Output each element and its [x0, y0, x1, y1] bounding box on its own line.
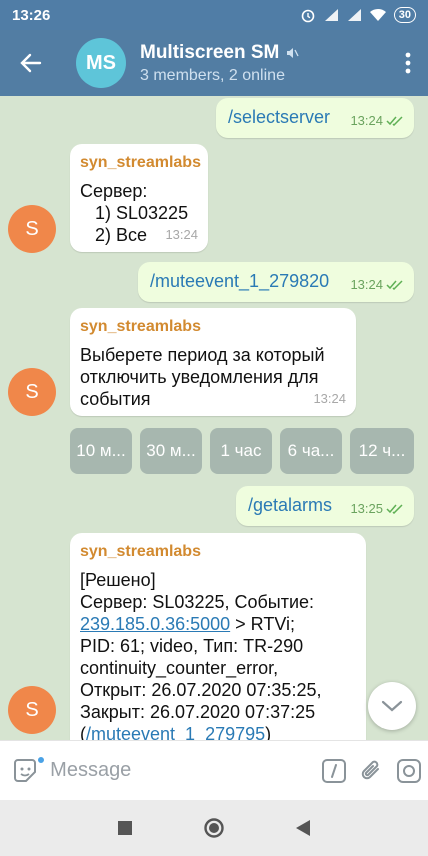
message-line: PID: 61; video, Тип: TR-290: [80, 636, 304, 656]
message-time: 13:25: [350, 501, 383, 516]
attach-button[interactable]: [353, 741, 391, 801]
message-time: 13:24: [165, 227, 198, 242]
inline-button-12h[interactable]: 12 ч...: [350, 428, 414, 474]
scroll-down-button[interactable]: [368, 682, 416, 730]
message-line: Сервер:: [80, 181, 148, 201]
message-meta: 13:24: [350, 274, 404, 296]
inline-button-1h[interactable]: 1 час: [210, 428, 272, 474]
sticker-button[interactable]: [0, 741, 50, 801]
message-time: 13:24: [350, 113, 383, 128]
command-text[interactable]: /getalarms: [248, 495, 332, 515]
status-bar: 13:26 30: [0, 0, 428, 30]
sender-name[interactable]: syn_streamlabs: [80, 541, 356, 563]
message-time: 13:24: [313, 391, 346, 406]
message-line: отключить уведомления для: [80, 367, 319, 387]
more-vert-icon: [405, 52, 411, 74]
command-text[interactable]: /selectserver: [228, 107, 330, 127]
status-icons: 30: [300, 7, 416, 23]
message-meta: 13:24: [165, 224, 198, 246]
chat-title-row: Multiscreen SM: [140, 42, 388, 64]
message-line: continuity_counter_error,: [80, 658, 279, 678]
message-line: Закрыт: 26.07.2020 07:37:25: [80, 702, 316, 722]
user-avatar[interactable]: S: [8, 686, 56, 734]
message-line: [Решено]: [80, 570, 156, 590]
chat-subtitle: 3 members, 2 online: [140, 66, 285, 84]
wifi-icon: [369, 8, 386, 21]
slash-command-icon: [321, 758, 346, 783]
user-avatar[interactable]: S: [8, 368, 56, 416]
message-input[interactable]: [50, 759, 316, 782]
nav-back-icon[interactable]: [295, 819, 311, 837]
message-line: Выберете период за который: [80, 345, 325, 365]
nav-circle-icon[interactable]: [203, 817, 225, 839]
battery-icon: 30: [393, 7, 416, 23]
back-arrow-icon: [20, 53, 42, 73]
incoming-message[interactable]: syn_streamlabs [Решено] Сервер: SL03225,…: [70, 533, 366, 740]
mute-icon: [287, 47, 299, 58]
message-time: 13:24: [350, 277, 383, 292]
outgoing-message[interactable]: /getalarms 13:25: [236, 486, 414, 526]
double-check-icon: [386, 504, 403, 514]
sender-name[interactable]: syn_streamlabs: [80, 152, 201, 174]
user-avatar[interactable]: S: [8, 205, 56, 253]
message-meta: 13:25: [350, 498, 404, 520]
alarm-icon: [301, 9, 315, 23]
sticker-icon: [14, 758, 37, 782]
signal-icon: [324, 9, 338, 21]
command-text[interactable]: /muteevent_1_279820: [150, 271, 329, 291]
message-composer: [0, 740, 428, 800]
sender-name[interactable]: syn_streamlabs: [80, 316, 346, 338]
inline-button-6h[interactable]: 6 ча...: [280, 428, 342, 474]
status-time: 13:26: [12, 6, 51, 24]
bot-command-button[interactable]: [315, 741, 353, 801]
chat-title: Multiscreen SM: [140, 41, 280, 63]
message-text: ): [265, 724, 272, 740]
chat-info[interactable]: Multiscreen SM 3 members, 2 online: [140, 42, 388, 85]
message-line: Сервер: SL03225, Событие:: [80, 592, 315, 612]
incoming-message[interactable]: syn_streamlabs Выберете период за которы…: [70, 308, 356, 416]
message-line: (/muteevent_1_279795): [80, 723, 356, 740]
incoming-message[interactable]: syn_streamlabs Сервер: 1) SL03225 2) Все…: [70, 144, 208, 252]
system-nav-bar: [0, 800, 428, 856]
double-check-icon: [386, 116, 403, 126]
message-line: события: [80, 389, 151, 409]
outgoing-message[interactable]: /selectserver 13:24: [216, 98, 414, 138]
message-line: Открыт: 26.07.2020 07:35:25,: [80, 680, 322, 700]
notification-dot: [36, 754, 46, 765]
message-line: 1) SL03225: [80, 203, 189, 223]
group-avatar[interactable]: MS: [76, 38, 126, 88]
paperclip-icon: [361, 760, 379, 779]
message-meta: 13:24: [313, 388, 346, 410]
chat-header: MS Multiscreen SM 3 members, 2 online: [0, 30, 428, 96]
inline-button-30m[interactable]: 30 м...: [140, 428, 202, 474]
outgoing-message[interactable]: /muteevent_1_279820 13:24: [138, 262, 414, 302]
camera-button[interactable]: [390, 741, 428, 801]
inline-button-10m[interactable]: 10 м...: [70, 428, 132, 474]
message-line: 239.185.0.36:5000 > RTVi;: [80, 613, 356, 635]
message-list[interactable]: /selectserver 13:24 syn_streamlabs Серве…: [0, 96, 428, 740]
signal-icon-2: [347, 9, 361, 21]
back-button[interactable]: [0, 30, 62, 96]
message-meta: 13:24: [350, 110, 404, 132]
message-text: > RTVi;: [235, 614, 296, 634]
double-check-icon: [386, 280, 403, 290]
nav-square-icon[interactable]: [117, 820, 133, 836]
chevron-down-icon: [381, 700, 403, 712]
camera-icon: [397, 758, 422, 783]
mute-command-link[interactable]: /muteevent_1_279795: [86, 724, 265, 740]
address-link[interactable]: 239.185.0.36:5000: [80, 614, 230, 634]
more-menu-button[interactable]: [388, 30, 428, 96]
